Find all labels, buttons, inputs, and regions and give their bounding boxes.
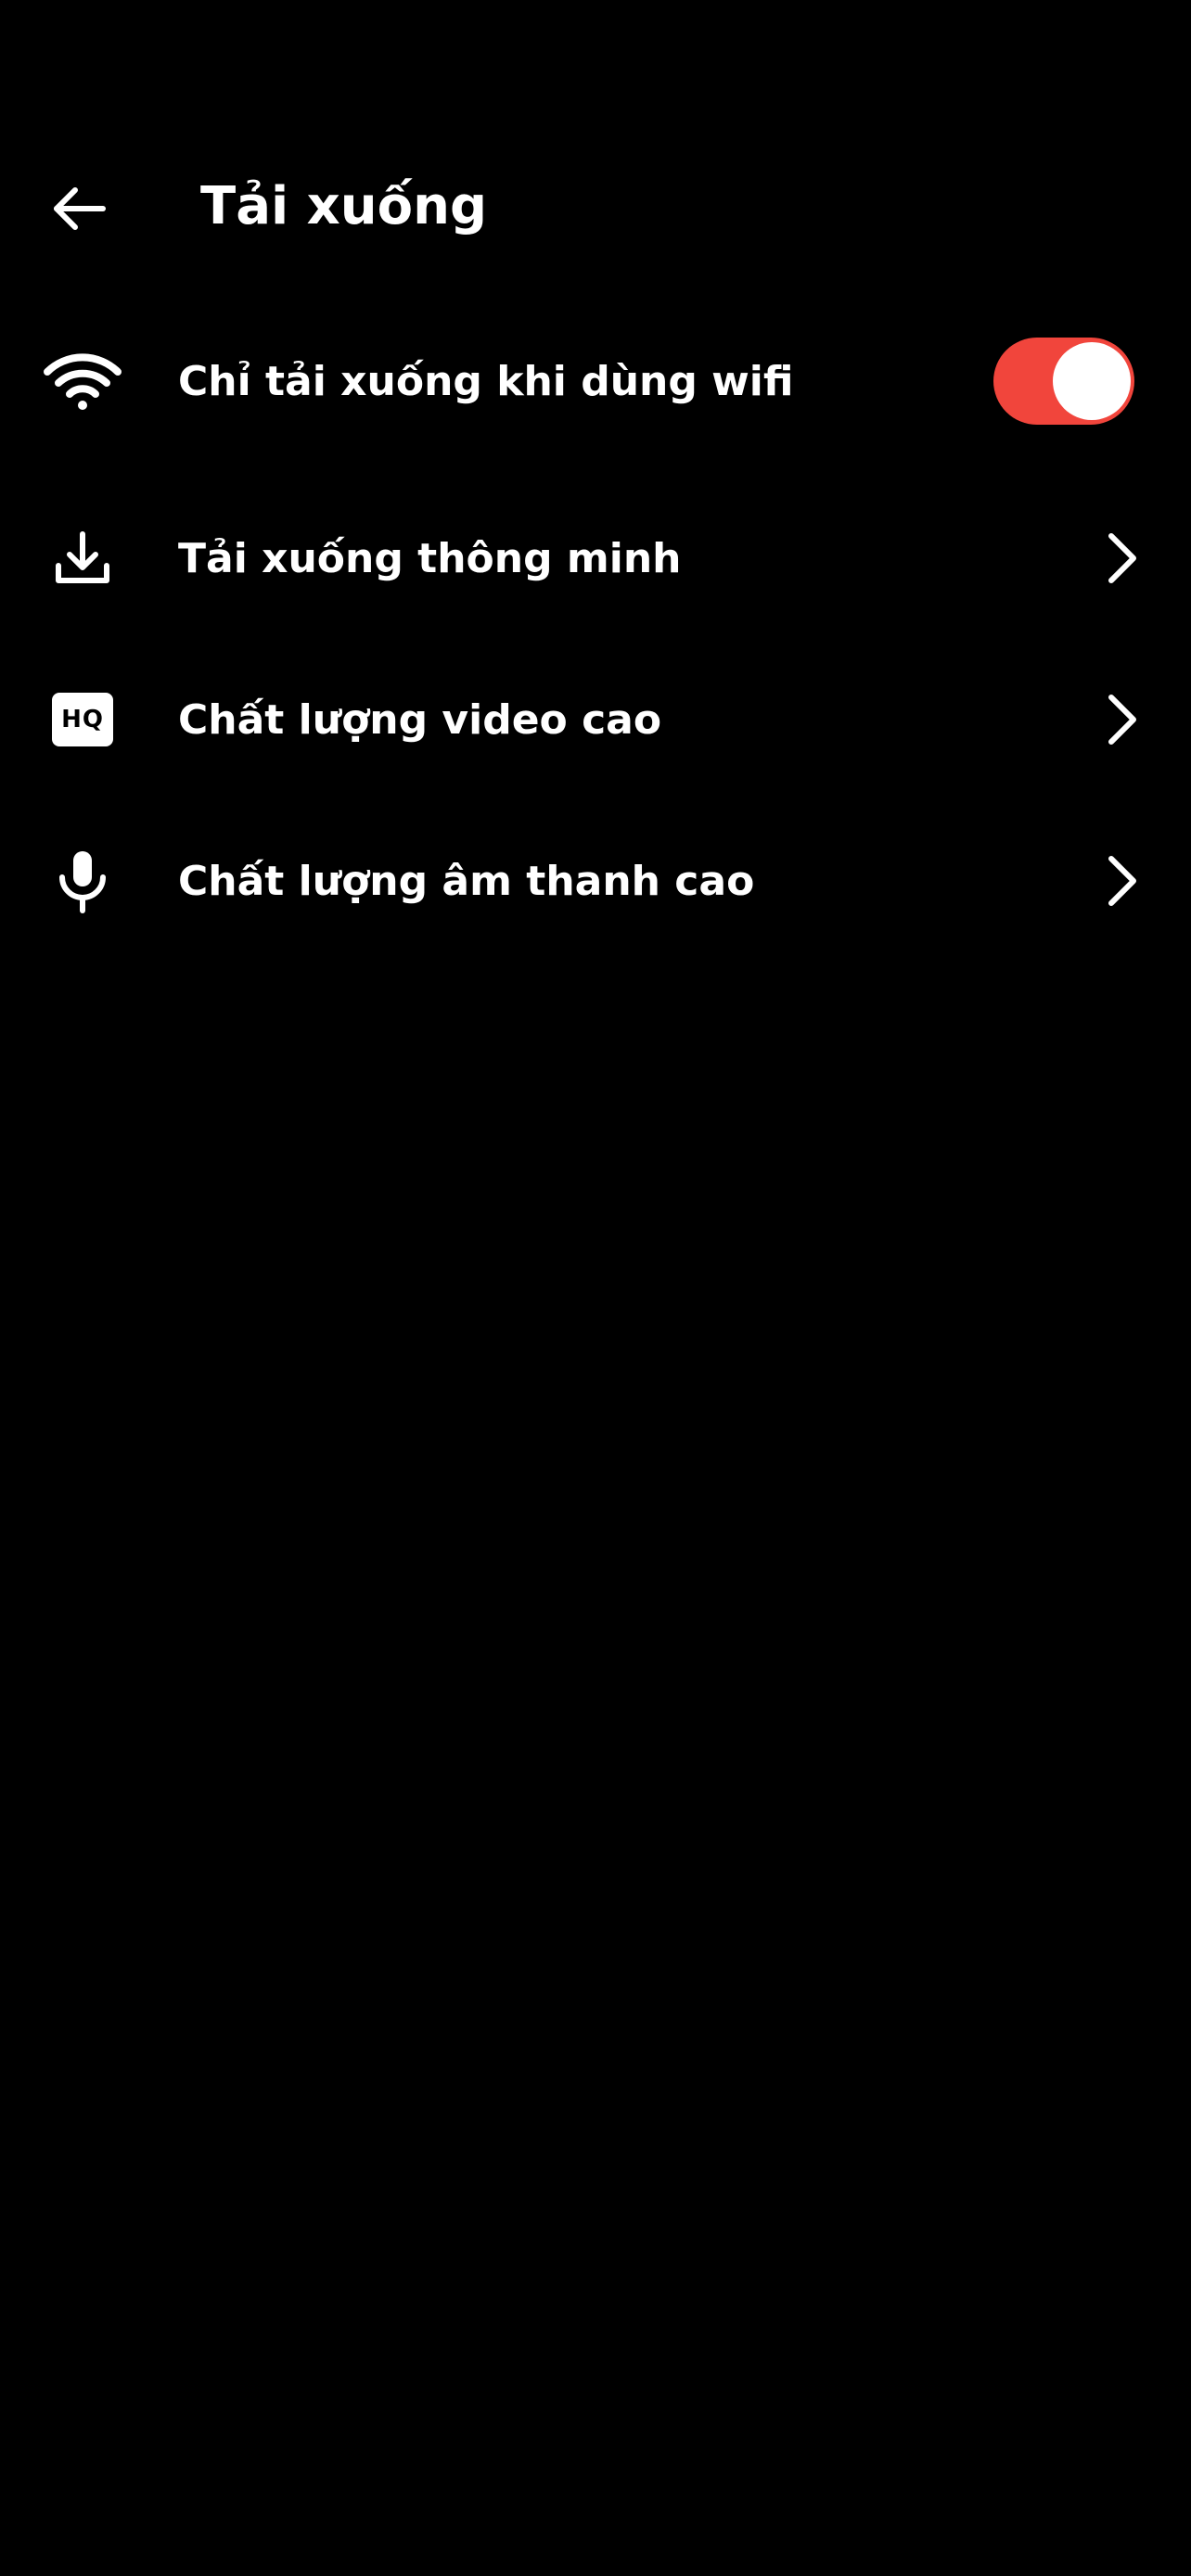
chevron-right-icon: [1095, 848, 1150, 913]
arrow-left-icon: [54, 187, 106, 230]
smart-download-label: Tải xuống thông minh: [178, 535, 682, 582]
hq-icon: HQ: [41, 682, 124, 757]
hq-audio-row[interactable]: Chất lượng âm thanh cao: [0, 811, 1191, 950]
download-icon: [41, 521, 124, 595]
wifi-only-toggle[interactable]: [993, 338, 1134, 425]
chevron-right-icon: [1095, 526, 1150, 591]
header-bar: Tải xuống: [0, 148, 1191, 269]
page-title: Tải xuống: [200, 176, 488, 236]
toggle-knob: [1053, 342, 1131, 420]
chevron-right-icon: [1095, 687, 1150, 752]
wifi-icon: [41, 344, 124, 418]
wifi-only-label: Chỉ tải xuống khi dùng wifi: [178, 358, 794, 405]
hq-video-label: Chất lượng video cao: [178, 696, 662, 744]
hq-badge: HQ: [52, 693, 113, 746]
smart-download-row[interactable]: Tải xuống thông minh: [0, 489, 1191, 628]
hq-audio-label: Chất lượng âm thanh cao: [178, 858, 755, 905]
back-button[interactable]: [37, 172, 121, 246]
microphone-icon: [41, 844, 124, 918]
hq-video-row[interactable]: HQ Chất lượng video cao: [0, 650, 1191, 789]
